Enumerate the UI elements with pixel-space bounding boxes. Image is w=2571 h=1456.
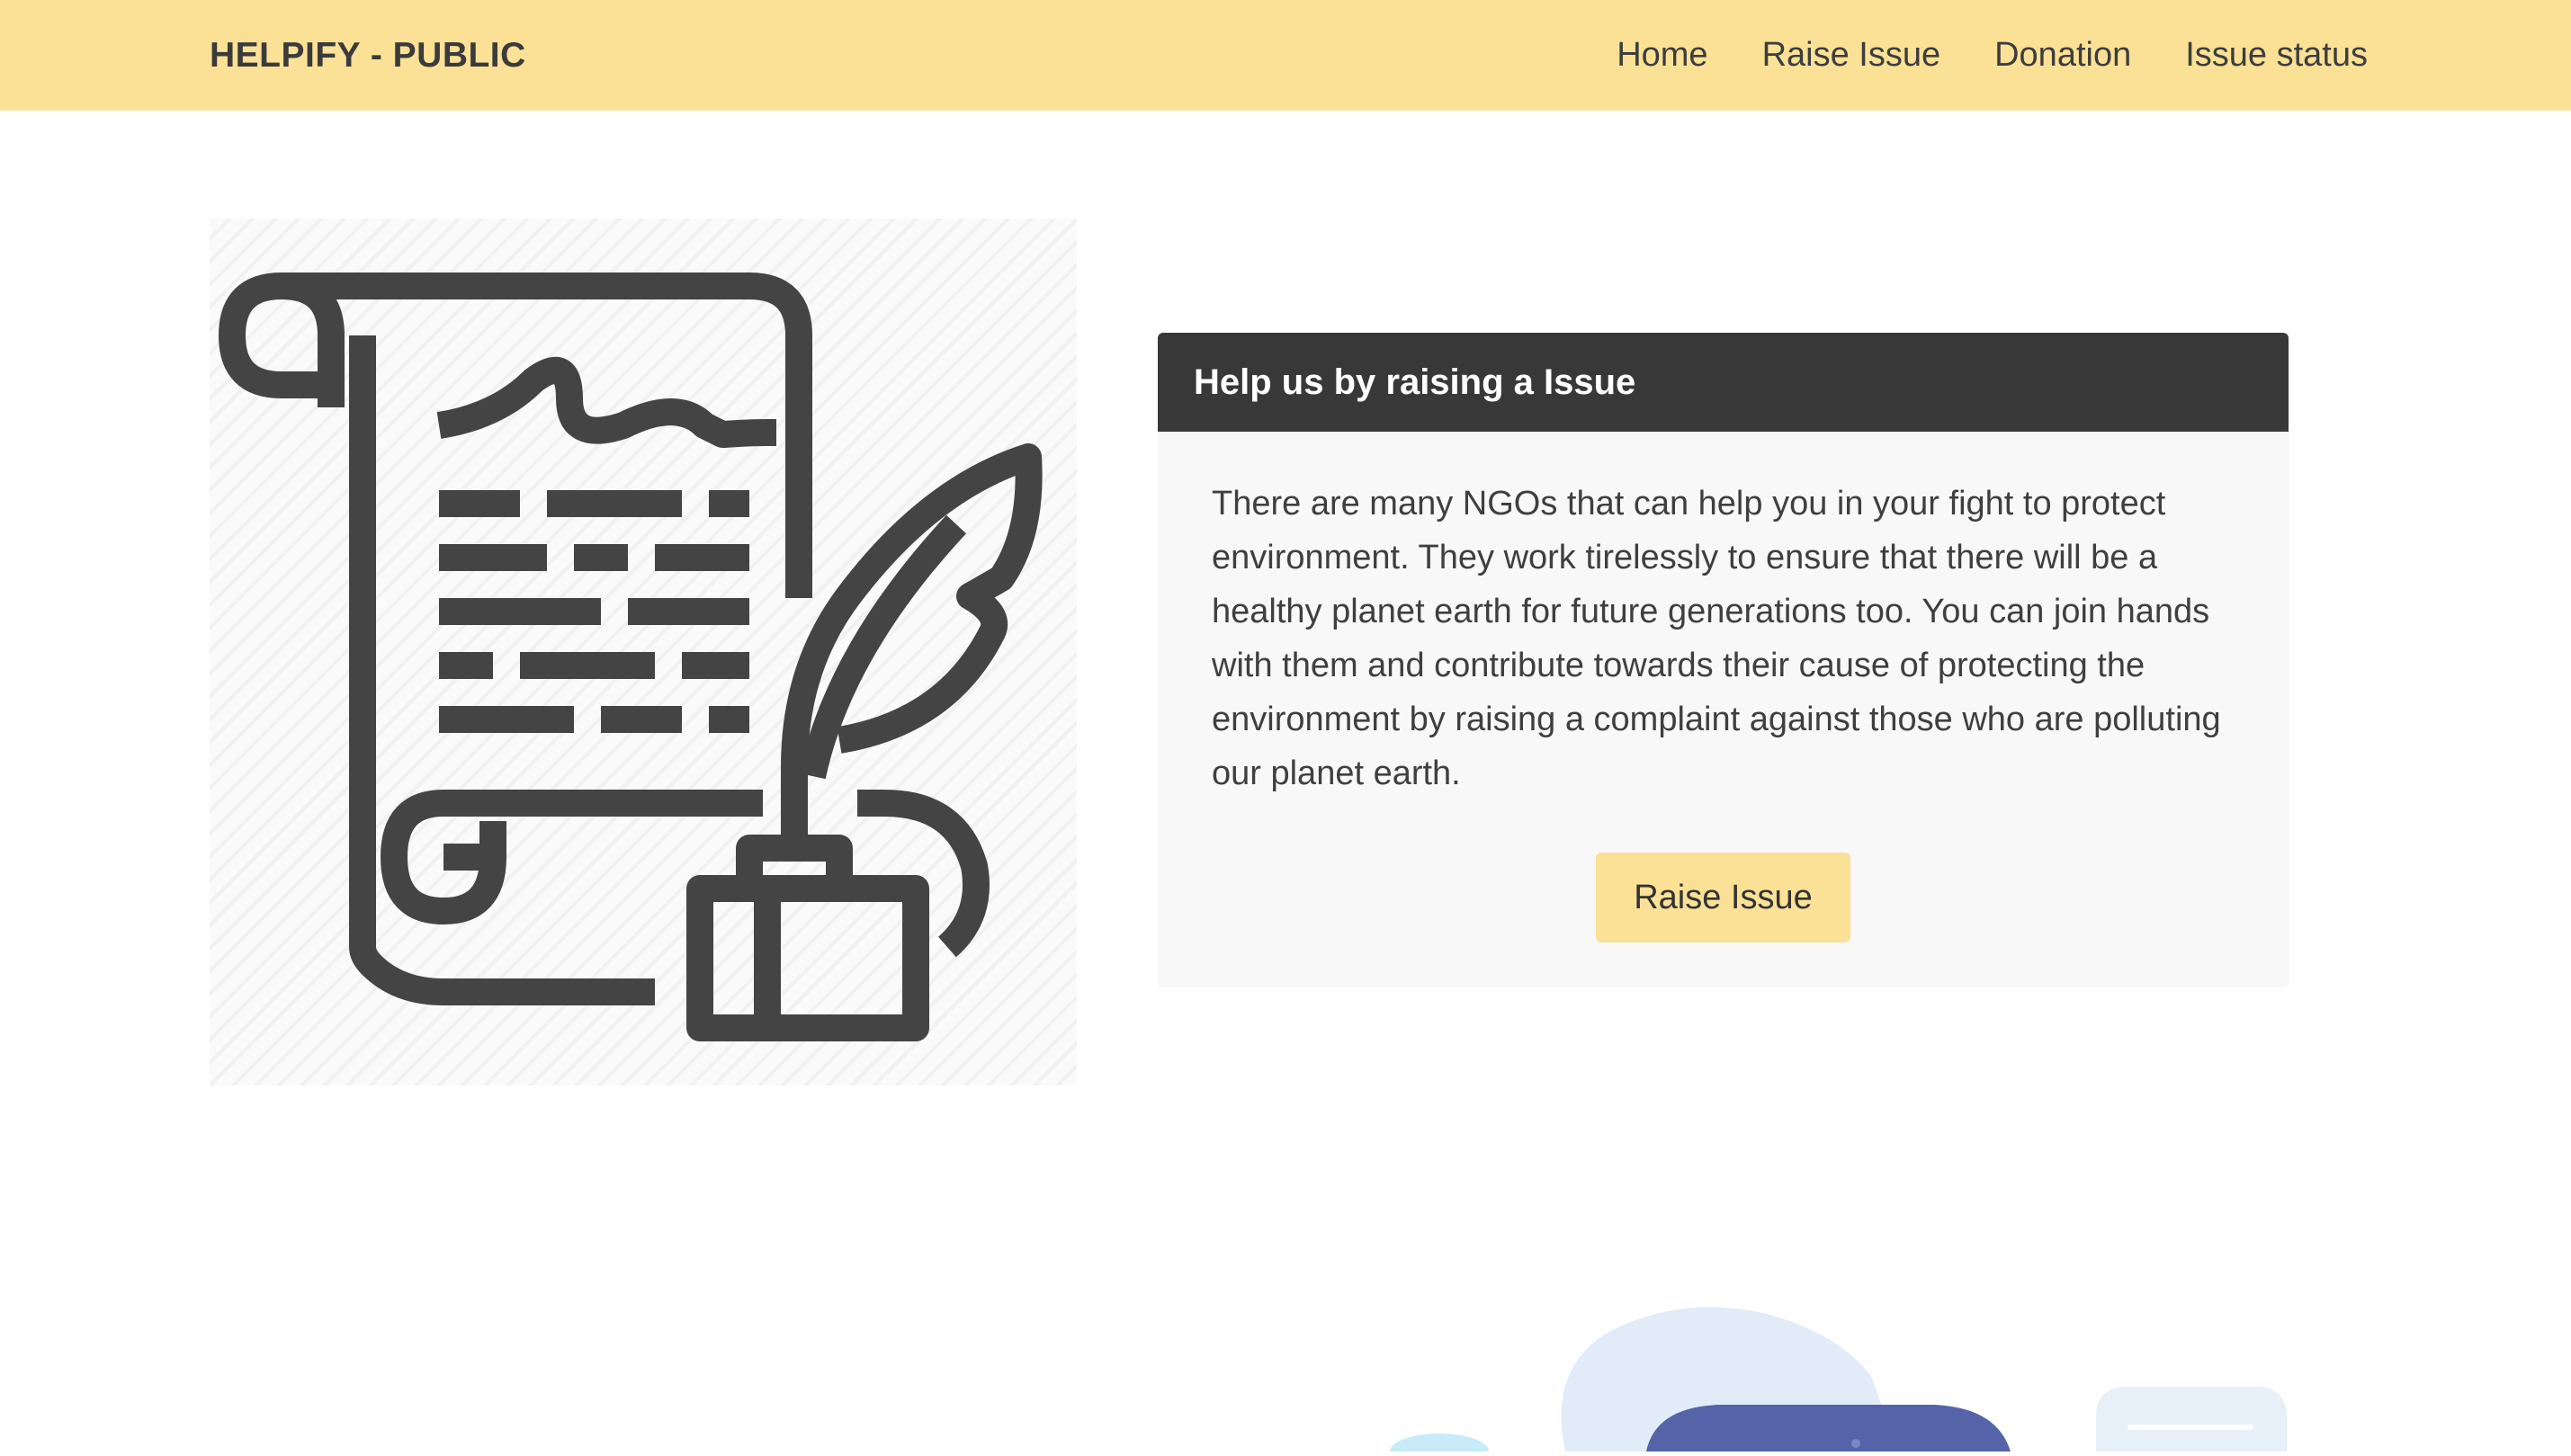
people-chat-illustration	[1390, 1307, 2287, 1456]
bottom-illustration	[0, 1259, 2571, 1456]
nav-link-issue-status[interactable]: Issue status	[2185, 36, 2368, 75]
card-description: There are many NGOs that can help you in…	[1212, 485, 2221, 792]
card-body: There are many NGOs that can help you in…	[1158, 432, 2289, 942]
hero-image	[210, 219, 1077, 1085]
raise-issue-button[interactable]: Raise Issue	[1596, 853, 1850, 942]
nav-link-home[interactable]: Home	[1617, 36, 1707, 75]
raise-issue-card: Help us by raising a Issue There are man…	[1158, 333, 2289, 987]
nav-link-donation[interactable]: Donation	[1994, 36, 2131, 75]
nav-link-raise-issue[interactable]: Raise Issue	[1762, 36, 1941, 75]
navbar: HELPIFY - PUBLIC Home Raise Issue Donati…	[0, 0, 2571, 111]
scroll-quill-ink-icon	[219, 272, 1043, 1041]
brand-logo[interactable]: HELPIFY - PUBLIC	[210, 0, 526, 111]
card-title: Help us by raising a Issue	[1158, 333, 2289, 432]
card-button-row: Raise Issue	[1212, 853, 2235, 942]
nav-links: Home Raise Issue Donation Issue status	[1617, 0, 2368, 111]
